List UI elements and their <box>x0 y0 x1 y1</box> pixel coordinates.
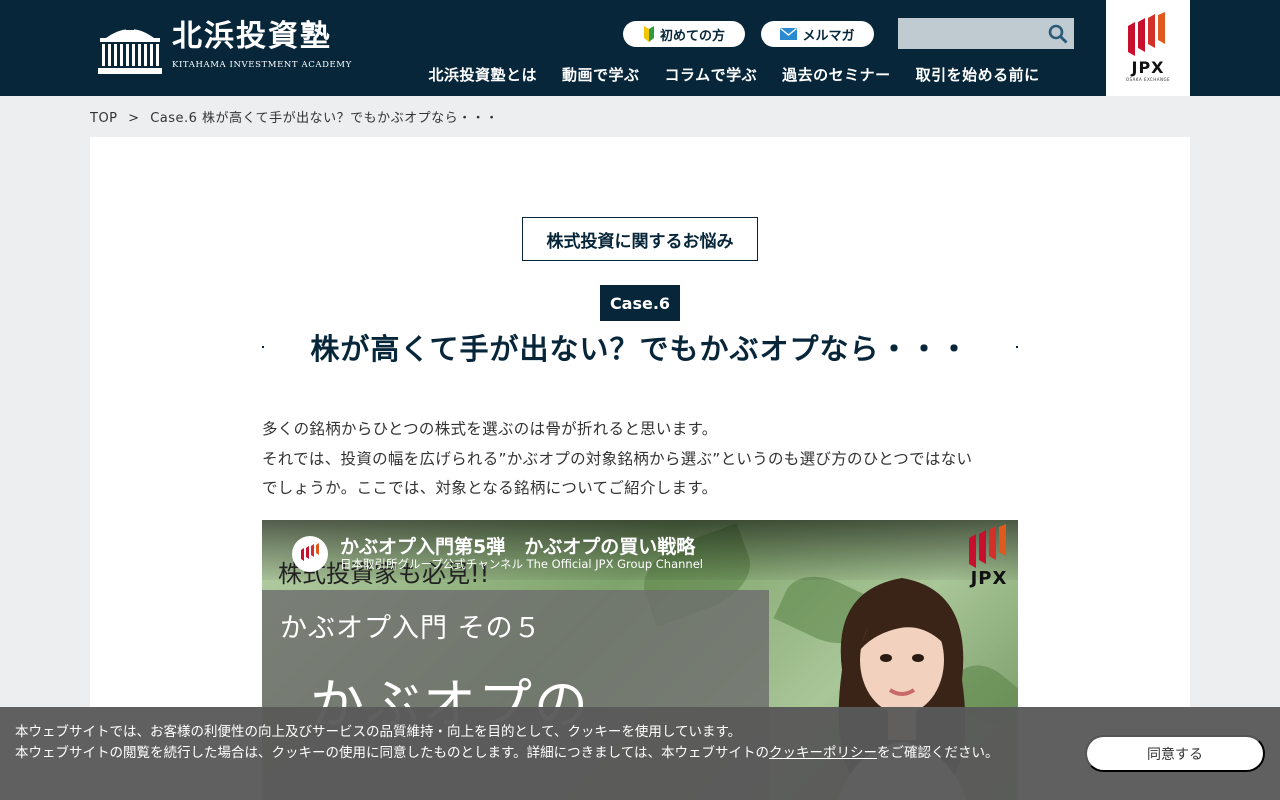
cookie-text: 本ウェブサイトでは、お客様の利便性の向上及びサービスの品質維持・向上を目的として… <box>15 722 1070 764</box>
search-icon <box>1048 24 1068 44</box>
video-jpx-wordmark: JPX <box>970 568 1008 589</box>
nav-before-trading[interactable]: 取引を始める前に <box>903 64 1052 85</box>
intro-text: 多くの銘柄からひとつの株式を選ぶのは骨が折れると思います。 それでは、投資の幅を… <box>262 415 1022 504</box>
intro-line-1: 多くの銘柄からひとつの株式を選ぶのは骨が折れると思います。 <box>262 420 718 438</box>
cookie-accept-button[interactable]: 同意する <box>1085 735 1265 772</box>
video-jpx-logo: JPX <box>962 524 1016 598</box>
logo-title: 北浜投資塾 <box>172 19 332 54</box>
nav-columns[interactable]: コラムで学ぶ <box>652 64 770 85</box>
case-badge: Case.6 <box>600 285 680 321</box>
logo-subtitle: KITAHAMA INVESTMENT ACADEMY <box>172 60 352 70</box>
cookie-policy-link[interactable]: クッキーポリシー <box>769 745 877 761</box>
video-channel-name[interactable]: 日本取引所グループ公式チャンネル The Official JPX Group … <box>340 556 703 572</box>
jpx-mark-icon <box>969 524 1006 568</box>
jpx-mark-icon <box>1128 12 1165 56</box>
intro-line-2: それでは、投資の幅を広げられる”かぶオプの対象銘柄から選ぶ”というのも選び方のひ… <box>262 449 973 468</box>
cookie-line-2-pre: 本ウェブサイトの閲覧を続行した場合は、クッキーの使用に同意したものとします。詳細… <box>15 745 769 761</box>
channel-icon[interactable] <box>292 536 328 572</box>
jpx-wordmark: JPX <box>1131 58 1165 77</box>
search-button[interactable] <box>1046 22 1070 46</box>
nav-past-seminars[interactable]: 過去のセミナー <box>770 64 904 85</box>
mail-icon <box>780 28 798 40</box>
search-box <box>898 18 1074 49</box>
main-content: 株式投資に関するお悩み Case.6 株が高くて手が出ない？でもかぶオプなら・・… <box>90 137 1190 800</box>
search-input[interactable] <box>898 18 1038 49</box>
nav-videos[interactable]: 動画で学ぶ <box>550 64 653 85</box>
title-row: 株が高くて手が出ない？でもかぶオプなら・・・ <box>262 327 1018 367</box>
breadcrumb-current: Case.6 株が高くて手が出ない？でもかぶオプなら・・・ <box>150 111 499 126</box>
jpx-logo[interactable]: JPX OSAKA EXCHANGE <box>1106 0 1190 96</box>
site-header: 北浜投資塾 KITAHAMA INVESTMENT ACADEMY 初めての方 … <box>0 0 1280 96</box>
newsletter-button[interactable]: メルマガ <box>761 21 874 47</box>
cookie-line-2-post: をご確認ください。 <box>876 745 999 761</box>
beginners-label: 初めての方 <box>659 28 725 44</box>
cookie-line-2: 本ウェブサイトの閲覧を続行した場合は、クッキーの使用に同意したものとします。詳細… <box>15 743 1070 764</box>
newsletter-label: メルマガ <box>802 28 855 44</box>
breadcrumb: TOP > Case.6 株が高くて手が出ない？でもかぶオプなら・・・ <box>90 107 505 126</box>
global-nav: 北浜投資塾とは 動画で学ぶ コラムで学ぶ 過去のセミナー 取引を始める前に <box>416 64 1052 85</box>
intro-line-3: でしょうか。ここでは、対象となる銘柄についてご紹介します。 <box>262 479 718 497</box>
breadcrumb-separator: > <box>128 111 140 126</box>
video-title[interactable]: かぶオプ入門第5弾 かぶオプの買い戦略 <box>340 532 695 559</box>
site-logo[interactable]: 北浜投資塾 KITAHAMA INVESTMENT ACADEMY <box>96 18 366 80</box>
video-subtitle: かぶオプ入門 その５ <box>280 613 542 644</box>
page-title: 株が高くて手が出ない？でもかぶオプなら・・・ <box>310 332 970 366</box>
jpx-channel-icon <box>301 543 319 561</box>
cookie-line-1: 本ウェブサイトでは、お客様の利便性の向上及びサービスの品質維持・向上を目的として… <box>15 724 742 740</box>
beginner-mark-icon <box>643 26 654 42</box>
category-label: 株式投資に関するお悩み <box>522 217 758 261</box>
beginners-button[interactable]: 初めての方 <box>623 21 745 47</box>
breadcrumb-top[interactable]: TOP <box>90 111 118 126</box>
nav-about[interactable]: 北浜投資塾とは <box>416 64 550 85</box>
jpx-sub: OSAKA EXCHANGE <box>1125 77 1171 82</box>
building-logo-icon <box>98 24 162 74</box>
cookie-banner: 本ウェブサイトでは、お客様の利便性の向上及びサービスの品質維持・向上を目的として… <box>0 707 1280 800</box>
